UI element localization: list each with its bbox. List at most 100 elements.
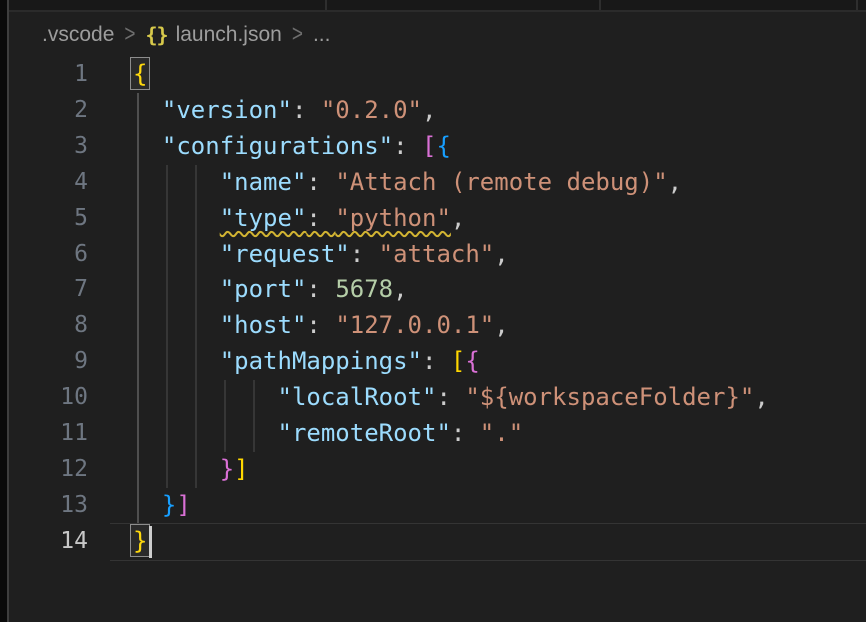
code-token: "." — [480, 419, 523, 447]
code-token — [133, 311, 220, 339]
code-line-text: "version": "0.2.0", — [133, 93, 436, 129]
code-line[interactable]: 7 "port": 5678, — [0, 272, 866, 308]
code-line-text: "type": "python", — [133, 201, 465, 237]
code-token — [133, 455, 220, 483]
line-number[interactable]: 12 — [0, 452, 88, 488]
code-line-text: }] — [133, 452, 249, 488]
code-token: "remoteRoot" — [278, 419, 451, 447]
code-line[interactable]: 14} — [0, 524, 866, 560]
json-braces-icon: {} — [145, 23, 167, 47]
breadcrumb-symbol-path[interactable]: ... — [313, 23, 331, 47]
code-token: : — [306, 168, 335, 196]
code-line[interactable]: 9 "pathMappings": [{ — [0, 344, 866, 380]
code-line-text: "configurations": [{ — [133, 129, 451, 165]
code-token: "Attach (remote debug)" — [335, 168, 667, 196]
code-token: : — [350, 240, 379, 268]
code-token: : — [436, 383, 465, 411]
code-token — [133, 132, 162, 160]
code-token — [133, 275, 220, 303]
line-number[interactable]: 1 — [0, 57, 88, 93]
code-line-text: "pathMappings": [{ — [133, 344, 480, 380]
code-token — [133, 204, 220, 232]
line-number[interactable]: 5 — [0, 201, 88, 237]
line-number[interactable]: 11 — [0, 416, 88, 452]
code-token: "host" — [220, 311, 307, 339]
code-token: "attach" — [379, 240, 495, 268]
current-line-highlight — [110, 523, 866, 561]
vscode-window: .vscode > {}launch.json > ... 1{2 "versi… — [0, 0, 866, 622]
code-token: , — [494, 240, 508, 268]
code-token: , — [754, 383, 768, 411]
window-left-edge — [0, 0, 7, 622]
line-number[interactable]: 7 — [0, 272, 88, 308]
code-token: "version" — [162, 96, 292, 124]
code-token: : — [451, 419, 480, 447]
line-number[interactable]: 4 — [0, 165, 88, 201]
code-token — [133, 383, 278, 411]
code-token: "localRoot" — [278, 383, 437, 411]
code-token — [133, 347, 220, 375]
code-token: : — [306, 204, 335, 232]
chevron-right-icon: > — [124, 21, 135, 49]
code-line[interactable]: 2 "version": "0.2.0", — [0, 93, 866, 129]
code-token: : — [306, 275, 335, 303]
code-editor[interactable]: 1{2 "version": "0.2.0",3 "configurations… — [0, 57, 866, 622]
code-token: : — [422, 347, 451, 375]
code-line[interactable]: 3 "configurations": [{ — [0, 129, 866, 165]
code-token: "python" — [335, 204, 451, 232]
code-token: ] — [176, 491, 190, 519]
code-token: "port" — [220, 275, 307, 303]
text-cursor — [149, 526, 152, 558]
code-line[interactable]: 13 }] — [0, 488, 866, 524]
code-line-text: "localRoot": "${workspaceFolder}", — [133, 380, 769, 416]
code-line-text: } — [133, 524, 147, 560]
line-number[interactable]: 2 — [0, 93, 88, 129]
code-token: , — [494, 311, 508, 339]
line-number[interactable]: 3 — [0, 129, 88, 165]
code-line-text: { — [133, 57, 147, 93]
code-line[interactable]: 6 "request": "attach", — [0, 237, 866, 273]
code-line[interactable]: 8 "host": "127.0.0.1", — [0, 308, 866, 344]
code-token: , — [393, 275, 407, 303]
code-line[interactable]: 10 "localRoot": "${workspaceFolder}", — [0, 380, 866, 416]
code-line-text: "remoteRoot": "." — [133, 416, 523, 452]
code-token: } — [162, 491, 176, 519]
code-line[interactable]: 12 }] — [0, 452, 866, 488]
tab-separator — [599, 0, 601, 10]
line-number[interactable]: 14 — [0, 524, 88, 560]
code-line[interactable]: 11 "remoteRoot": "." — [0, 416, 866, 452]
line-number[interactable]: 9 — [0, 344, 88, 380]
code-line[interactable]: 5 "type": "python", — [0, 201, 866, 237]
code-line-text: "port": 5678, — [133, 272, 408, 308]
code-token: "0.2.0" — [321, 96, 422, 124]
line-number[interactable]: 13 — [0, 488, 88, 524]
code-token: "request" — [220, 240, 350, 268]
tab-bar[interactable] — [0, 0, 866, 12]
code-token: "pathMappings" — [220, 347, 422, 375]
code-token: ] — [234, 455, 248, 483]
breadcrumb-folder[interactable]: .vscode — [42, 23, 114, 47]
line-number[interactable]: 6 — [0, 237, 88, 273]
code-token: { — [436, 132, 450, 160]
line-number[interactable]: 10 — [0, 380, 88, 416]
code-token: "127.0.0.1" — [335, 311, 494, 339]
code-token: : — [393, 132, 422, 160]
code-line-text: "request": "attach", — [133, 237, 509, 273]
code-line[interactable]: 4 "name": "Attach (remote debug)", — [0, 165, 866, 201]
code-line[interactable]: 1{ — [0, 57, 866, 93]
code-token — [133, 491, 162, 519]
tab-separator — [325, 0, 327, 10]
code-token — [133, 96, 162, 124]
code-line-text: }] — [133, 488, 191, 524]
breadcrumb-file-label: launch.json — [176, 23, 282, 47]
breadcrumb-file[interactable]: {} launch.json — [145, 23, 281, 47]
breadcrumb: .vscode > {} launch.json > ... — [0, 12, 866, 57]
code-token: "configurations" — [162, 132, 393, 160]
window-left-edge-border — [7, 0, 9, 622]
code-token: "name" — [220, 168, 307, 196]
line-number[interactable]: 8 — [0, 308, 88, 344]
code-token — [133, 419, 278, 447]
code-token: { — [465, 347, 479, 375]
chevron-right-icon: > — [292, 21, 303, 49]
code-token: : — [292, 96, 321, 124]
